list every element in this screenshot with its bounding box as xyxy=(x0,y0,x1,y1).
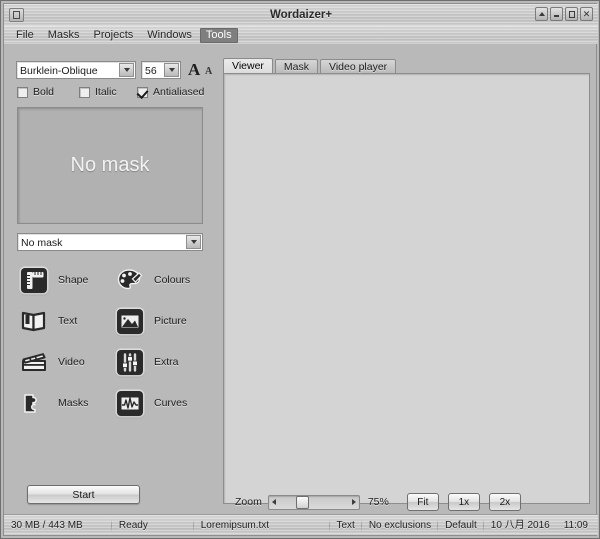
font-family-combo[interactable]: Burklein-Oblique xyxy=(16,61,136,79)
ruler-icon xyxy=(19,265,49,295)
zoom-1x-button[interactable]: 1x xyxy=(448,493,480,511)
mask-select-combo[interactable]: No mask xyxy=(17,233,203,251)
chevron-down-icon[interactable] xyxy=(164,63,179,77)
mask-preview[interactable]: No mask xyxy=(17,107,203,224)
chevron-down-icon[interactable] xyxy=(119,63,134,77)
tool-button-masks[interactable]: Masks xyxy=(19,382,114,423)
font-size-value: 56 xyxy=(145,62,162,80)
zoom-bar: Zoom 75% Fit 1x 2x xyxy=(217,491,597,513)
image-icon xyxy=(115,306,145,336)
decrease-font-icon[interactable]: A xyxy=(205,65,212,79)
puzzle-icon xyxy=(19,388,49,418)
bold-checkbox-label: Bold xyxy=(33,86,54,98)
tool-button-shape[interactable]: Shape xyxy=(19,259,114,300)
zoom-fit-button[interactable]: Fit xyxy=(407,493,439,511)
maximize-button[interactable] xyxy=(565,7,578,21)
status-time: 11:09 xyxy=(557,518,598,533)
increase-font-icon[interactable]: A xyxy=(188,60,200,80)
tool-button-picture[interactable]: Picture xyxy=(115,300,210,341)
tool-label-masks: Masks xyxy=(58,397,88,409)
italic-checkbox-label: Italic xyxy=(95,86,117,98)
font-style-checkboxes: Bold Italic Antialiased xyxy=(17,85,213,101)
window-controls: ✕ xyxy=(535,7,593,21)
tool-button-video[interactable]: Video xyxy=(19,341,114,382)
zoom-slider-thumb[interactable] xyxy=(296,496,309,509)
status-exclusions: No exclusions xyxy=(362,518,438,533)
menu-item-file[interactable]: File xyxy=(10,28,40,43)
viewer-tab-strip: Viewer Mask Video player xyxy=(223,58,590,74)
tool-button-text[interactable]: Text xyxy=(19,300,114,341)
checkbox-box xyxy=(79,87,90,98)
tool-button-colours[interactable]: Colours xyxy=(115,259,210,300)
waveform-icon xyxy=(115,388,145,418)
status-memory: 30 MB / 443 MB xyxy=(4,518,112,533)
tool-label-curves: Curves xyxy=(154,397,187,409)
book-icon xyxy=(19,306,49,336)
close-button[interactable]: ✕ xyxy=(580,7,593,21)
status-date: 10 八月 2016 xyxy=(484,518,557,533)
tab-viewer[interactable]: Viewer xyxy=(223,58,273,74)
zoom-increase-icon[interactable] xyxy=(352,499,356,505)
zoom-percent-value: 75% xyxy=(368,496,398,508)
tool-label-colours: Colours xyxy=(154,274,190,286)
rollup-button[interactable] xyxy=(535,7,548,21)
font-size-combo[interactable]: 56 xyxy=(141,61,181,79)
checkbox-box xyxy=(17,87,28,98)
tool-label-extra: Extra xyxy=(154,356,179,368)
tool-button-extra[interactable]: Extra xyxy=(115,341,210,382)
font-family-value: Burklein-Oblique xyxy=(20,62,117,80)
minimize-button[interactable] xyxy=(550,7,563,21)
menu-item-masks[interactable]: Masks xyxy=(42,28,86,43)
status-state: Ready xyxy=(112,518,194,533)
status-profile: Default xyxy=(438,518,484,533)
zoom-decrease-icon[interactable] xyxy=(272,499,276,505)
menu-item-tools[interactable]: Tools xyxy=(200,28,238,43)
start-button[interactable]: Start xyxy=(27,485,140,504)
zoom-slider[interactable] xyxy=(268,495,360,510)
checkbox-box xyxy=(137,87,148,98)
menu-item-windows[interactable]: Windows xyxy=(141,28,198,43)
bold-checkbox[interactable]: Bold xyxy=(17,85,54,99)
tool-label-video: Video xyxy=(58,356,85,368)
zoom-label: Zoom xyxy=(235,496,262,508)
status-mode: Text xyxy=(329,518,361,533)
tool-label-shape: Shape xyxy=(58,274,88,286)
menu-bar: File Masks Projects Windows Tools xyxy=(4,26,598,44)
title-bar: Wordaizer+ ✕ xyxy=(4,4,598,26)
window-title: Wordaizer+ xyxy=(4,4,598,26)
tool-button-curves[interactable]: Curves xyxy=(115,382,210,423)
viewer-canvas[interactable] xyxy=(223,73,590,504)
application-window: Wordaizer+ ✕ File Masks Projects Windows… xyxy=(0,0,600,539)
chevron-down-icon[interactable] xyxy=(186,235,201,249)
right-panel: Viewer Mask Video player xyxy=(217,47,597,512)
antialiased-checkbox[interactable]: Antialiased xyxy=(137,85,204,99)
sliders-icon xyxy=(115,347,145,377)
menu-item-projects[interactable]: Projects xyxy=(88,28,140,43)
status-file: Loremipsum.txt xyxy=(194,518,330,533)
font-controls-row: Burklein-Oblique 56 A A xyxy=(16,61,208,79)
tool-icon-grid: Shape Colours xyxy=(19,259,209,424)
palette-icon xyxy=(115,265,145,295)
italic-checkbox[interactable]: Italic xyxy=(79,85,117,99)
tab-mask[interactable]: Mask xyxy=(275,59,318,74)
left-panel: Burklein-Oblique 56 A A Bold Italic Ant xyxy=(5,47,214,512)
tool-label-text: Text xyxy=(58,315,77,327)
mask-select-value: No mask xyxy=(21,234,184,252)
clapperboard-icon xyxy=(19,347,49,377)
zoom-2x-button[interactable]: 2x xyxy=(489,493,521,511)
status-bar: 30 MB / 443 MB Ready Loremipsum.txt Text… xyxy=(4,514,598,535)
tab-video-player[interactable]: Video player xyxy=(320,59,396,74)
antialiased-checkbox-label: Antialiased xyxy=(153,86,204,98)
tool-label-picture: Picture xyxy=(154,315,187,327)
mask-preview-label: No mask xyxy=(71,154,150,177)
